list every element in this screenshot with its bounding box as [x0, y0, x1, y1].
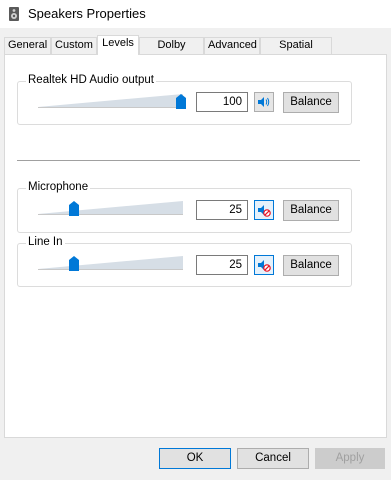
tab-dolby-audio[interactable]: Dolby Audio	[139, 37, 204, 66]
apply-button[interactable]: Apply	[315, 448, 385, 469]
slider-track	[38, 201, 183, 215]
microphone-group: Microphone 25 Balance	[17, 181, 352, 233]
title-bar: Speakers Properties	[0, 0, 391, 28]
ok-button[interactable]: OK	[159, 448, 231, 469]
tab-advanced[interactable]: Advanced	[204, 37, 260, 54]
speakers-properties-dialog: Speakers Properties General Custom Level…	[0, 0, 391, 480]
line-in-label: Line In	[26, 236, 65, 248]
output-group: Realtek HD Audio output 100 Balance	[17, 74, 352, 125]
speaker-muted-icon	[258, 205, 271, 217]
output-level-field[interactable]: 100	[196, 92, 248, 112]
tab-levels[interactable]: Levels	[97, 35, 139, 55]
microphone-label: Microphone	[26, 181, 91, 193]
line-in-level-field[interactable]: 25	[196, 255, 248, 275]
microphone-mute-button[interactable]	[254, 200, 274, 220]
line-in-group: Line In 25 Balance	[17, 236, 352, 287]
microphone-balance-button[interactable]: Balance	[283, 200, 339, 221]
cancel-button[interactable]: Cancel	[237, 448, 309, 469]
window-title: Speakers Properties	[28, 6, 146, 21]
tab-strip: General Custom Levels Dolby Audio Advanc…	[4, 35, 387, 66]
tab-spatial-sound[interactable]: Spatial sound	[260, 37, 332, 66]
speaker-icon	[6, 6, 22, 22]
line-in-mute-button[interactable]	[254, 255, 274, 275]
output-slider-thumb[interactable]	[176, 94, 186, 109]
line-in-volume-slider[interactable]	[38, 256, 183, 272]
tab-general[interactable]: General	[4, 37, 51, 54]
levels-panel: Realtek HD Audio output 100 Balance Micr…	[4, 54, 387, 438]
speaker-volume-icon	[258, 97, 270, 107]
tab-custom[interactable]: Custom	[51, 37, 97, 54]
slider-track	[38, 94, 183, 108]
output-mute-button[interactable]	[254, 92, 274, 112]
separator	[17, 160, 360, 161]
microphone-level-field[interactable]: 25	[196, 200, 248, 220]
dialog-button-bar: OK Cancel Apply	[0, 438, 391, 480]
output-label: Realtek HD Audio output	[26, 74, 156, 86]
speaker-muted-icon	[258, 260, 271, 272]
microphone-slider-thumb[interactable]	[69, 201, 79, 216]
output-volume-slider[interactable]	[38, 94, 186, 110]
output-balance-button[interactable]: Balance	[283, 92, 339, 113]
line-in-slider-thumb[interactable]	[69, 256, 79, 271]
line-in-balance-button[interactable]: Balance	[283, 255, 339, 276]
microphone-volume-slider[interactable]	[38, 201, 183, 217]
slider-track	[38, 256, 183, 270]
